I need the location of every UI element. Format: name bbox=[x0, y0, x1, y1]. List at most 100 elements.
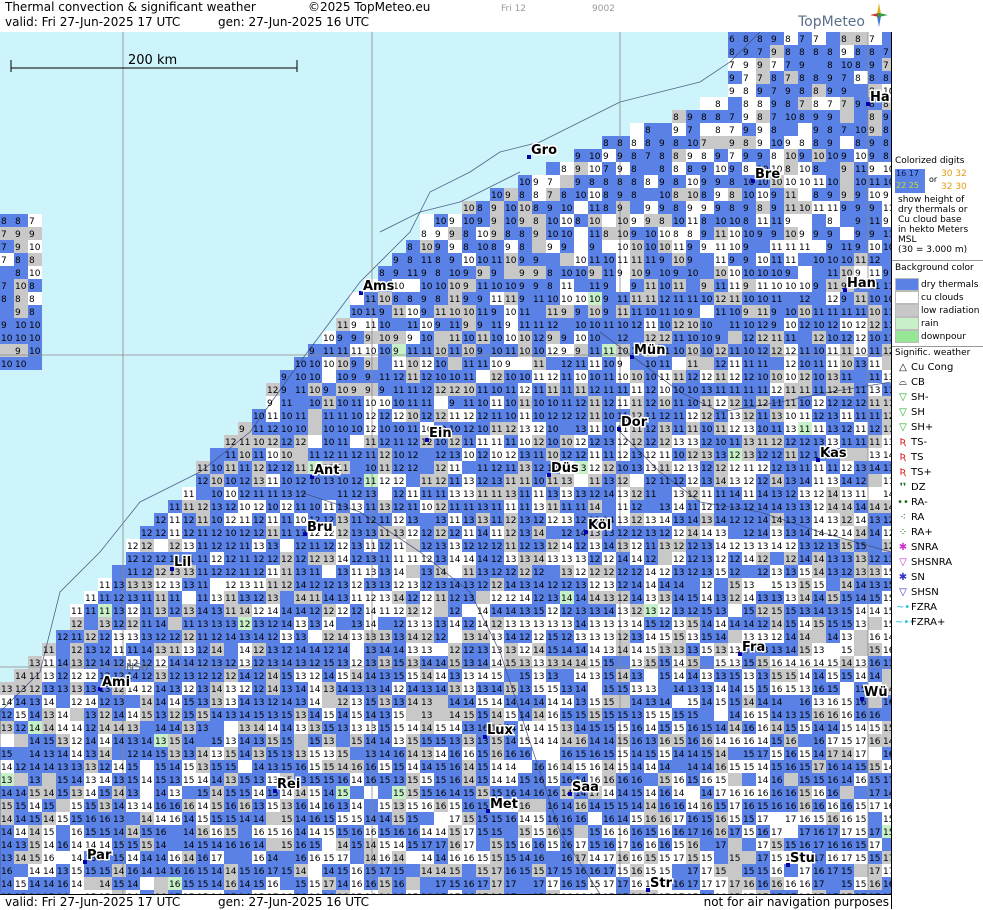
city-label[interactable]: Met bbox=[490, 797, 518, 812]
svg-text:14: 14 bbox=[869, 464, 881, 474]
forecast-map[interactable]: 6889877887897988889887799779810897977878… bbox=[0, 32, 891, 894]
svg-text:11: 11 bbox=[883, 321, 891, 331]
svg-text:12: 12 bbox=[659, 620, 670, 630]
city-label[interactable]: Saa bbox=[572, 780, 599, 795]
svg-text:13: 13 bbox=[827, 373, 838, 383]
svg-text:11: 11 bbox=[785, 399, 796, 409]
svg-text:11: 11 bbox=[421, 256, 432, 266]
svg-text:10: 10 bbox=[869, 191, 881, 201]
city-label[interactable]: Bre bbox=[755, 167, 780, 182]
svg-text:11: 11 bbox=[505, 503, 516, 513]
city-label[interactable]: Ha bbox=[870, 90, 890, 105]
svg-text:11: 11 bbox=[603, 269, 614, 279]
svg-text:11: 11 bbox=[771, 295, 782, 305]
city-label[interactable]: Düs bbox=[551, 461, 579, 476]
svg-text:11: 11 bbox=[841, 243, 852, 253]
city-label[interactable]: Stu bbox=[790, 851, 815, 866]
city-label[interactable]: Gro bbox=[531, 143, 557, 158]
svg-text:10: 10 bbox=[589, 165, 601, 175]
svg-text:11: 11 bbox=[799, 412, 810, 422]
svg-text:14: 14 bbox=[869, 529, 881, 539]
svg-text:12: 12 bbox=[687, 477, 698, 487]
svg-text:14: 14 bbox=[701, 529, 713, 539]
svg-text:12: 12 bbox=[827, 321, 838, 331]
svg-text:9: 9 bbox=[15, 347, 21, 357]
svg-text:11: 11 bbox=[491, 516, 502, 526]
svg-text:13: 13 bbox=[701, 451, 712, 461]
map-canvas[interactable]: 6889877887897988889887799779810897977878… bbox=[0, 32, 891, 894]
svg-text:15: 15 bbox=[715, 568, 726, 578]
svg-text:9: 9 bbox=[855, 204, 861, 214]
city-label[interactable]: Par bbox=[87, 848, 112, 863]
svg-text:11: 11 bbox=[785, 256, 796, 266]
svg-text:13: 13 bbox=[673, 607, 684, 617]
svg-text:13: 13 bbox=[183, 581, 194, 591]
city-label[interactable]: Fra bbox=[742, 640, 765, 655]
svg-text:12: 12 bbox=[533, 633, 544, 643]
svg-text:11: 11 bbox=[659, 477, 670, 487]
svg-text:12: 12 bbox=[743, 477, 754, 487]
svg-text:10: 10 bbox=[883, 165, 891, 175]
city-label[interactable]: Dor bbox=[621, 415, 648, 430]
svg-text:10: 10 bbox=[463, 386, 475, 396]
svg-text:11: 11 bbox=[869, 373, 880, 383]
city-label[interactable]: Rei bbox=[277, 777, 300, 792]
svg-text:12: 12 bbox=[603, 399, 614, 409]
svg-text:12: 12 bbox=[799, 438, 810, 448]
svg-text:11: 11 bbox=[505, 438, 516, 448]
weather-symbol-icon: •• bbox=[895, 496, 911, 509]
city-label[interactable]: Ami bbox=[102, 675, 130, 690]
svg-text:10: 10 bbox=[631, 373, 643, 383]
svg-text:10: 10 bbox=[351, 412, 363, 422]
svg-text:13: 13 bbox=[407, 620, 418, 630]
city-label[interactable]: Bru bbox=[307, 520, 333, 535]
svg-text:10: 10 bbox=[645, 230, 657, 240]
svg-text:8: 8 bbox=[463, 243, 469, 253]
svg-text:13: 13 bbox=[519, 529, 530, 539]
svg-text:9: 9 bbox=[827, 139, 833, 149]
city-label[interactable]: Ant bbox=[314, 463, 340, 478]
legend-weather-item: ▽SH bbox=[895, 406, 925, 419]
svg-text:9: 9 bbox=[743, 282, 749, 292]
svg-text:9: 9 bbox=[883, 217, 889, 227]
svg-text:13: 13 bbox=[491, 646, 502, 656]
city-label[interactable]: Lux bbox=[487, 723, 514, 738]
svg-text:13: 13 bbox=[757, 542, 768, 552]
city-label[interactable]: Lil bbox=[174, 555, 191, 570]
svg-text:9: 9 bbox=[771, 204, 777, 214]
svg-text:12: 12 bbox=[463, 542, 474, 552]
svg-text:14: 14 bbox=[631, 620, 643, 630]
svg-text:9: 9 bbox=[743, 256, 749, 266]
svg-text:15: 15 bbox=[659, 633, 670, 643]
legend-weather-item: ▽SH+ bbox=[895, 421, 933, 434]
svg-text:11: 11 bbox=[673, 334, 684, 344]
city-label[interactable]: Ams bbox=[363, 279, 395, 294]
svg-text:10: 10 bbox=[617, 217, 629, 227]
city-label[interactable]: Str bbox=[650, 876, 673, 891]
svg-text:12: 12 bbox=[267, 620, 278, 630]
svg-text:13: 13 bbox=[295, 568, 306, 578]
city-label[interactable]: Kas bbox=[820, 446, 847, 461]
city-label[interactable]: Ein bbox=[429, 426, 452, 441]
city-label[interactable]: Wü bbox=[864, 685, 888, 700]
svg-text:13: 13 bbox=[575, 555, 586, 565]
digits-title: Colorized digits bbox=[895, 156, 983, 166]
svg-text:11: 11 bbox=[589, 399, 600, 409]
svg-text:13: 13 bbox=[575, 607, 586, 617]
svg-text:11: 11 bbox=[603, 373, 614, 383]
svg-text:11: 11 bbox=[729, 438, 740, 448]
city-label[interactable]: Köl bbox=[588, 518, 611, 533]
svg-text:9: 9 bbox=[631, 230, 637, 240]
svg-text:9: 9 bbox=[799, 61, 805, 71]
svg-text:8: 8 bbox=[407, 256, 413, 266]
svg-text:11: 11 bbox=[239, 568, 250, 578]
svg-text:10: 10 bbox=[575, 295, 587, 305]
svg-text:13: 13 bbox=[365, 581, 376, 591]
digit-example-cu: 30 32 bbox=[941, 169, 967, 179]
city-label[interactable]: Mün bbox=[634, 343, 665, 358]
svg-text:13: 13 bbox=[435, 555, 446, 565]
svg-text:7: 7 bbox=[645, 152, 651, 162]
svg-text:8: 8 bbox=[757, 35, 763, 45]
svg-text:14: 14 bbox=[715, 477, 727, 487]
city-label[interactable]: Han bbox=[847, 276, 876, 291]
